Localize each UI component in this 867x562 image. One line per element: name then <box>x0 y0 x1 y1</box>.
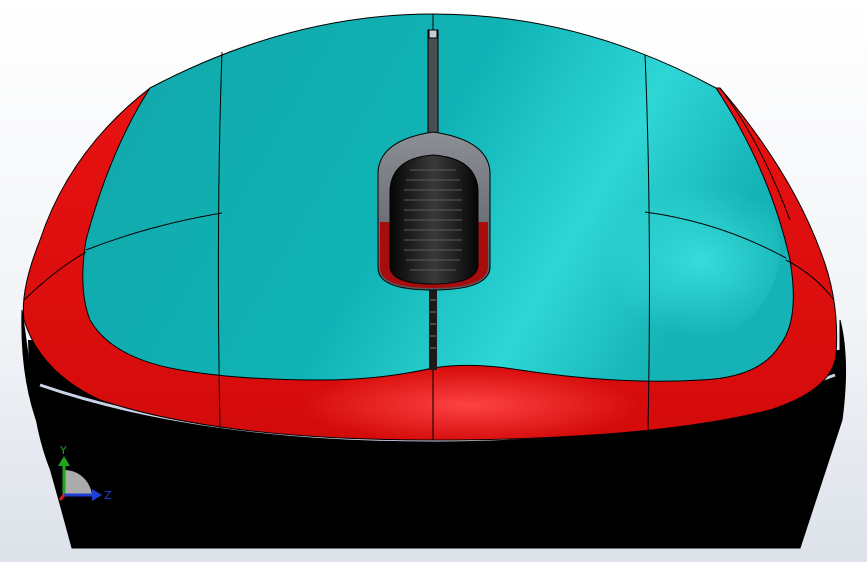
triad-z-label: Z <box>104 489 112 502</box>
shell-highlight <box>500 140 780 360</box>
button-divider-slot <box>427 29 439 141</box>
3d-viewport[interactable]: Y Z <box>0 0 867 562</box>
button-divider-lower <box>429 290 437 370</box>
triad-y-label: Y <box>59 444 67 457</box>
button-divider-cap <box>428 29 438 39</box>
